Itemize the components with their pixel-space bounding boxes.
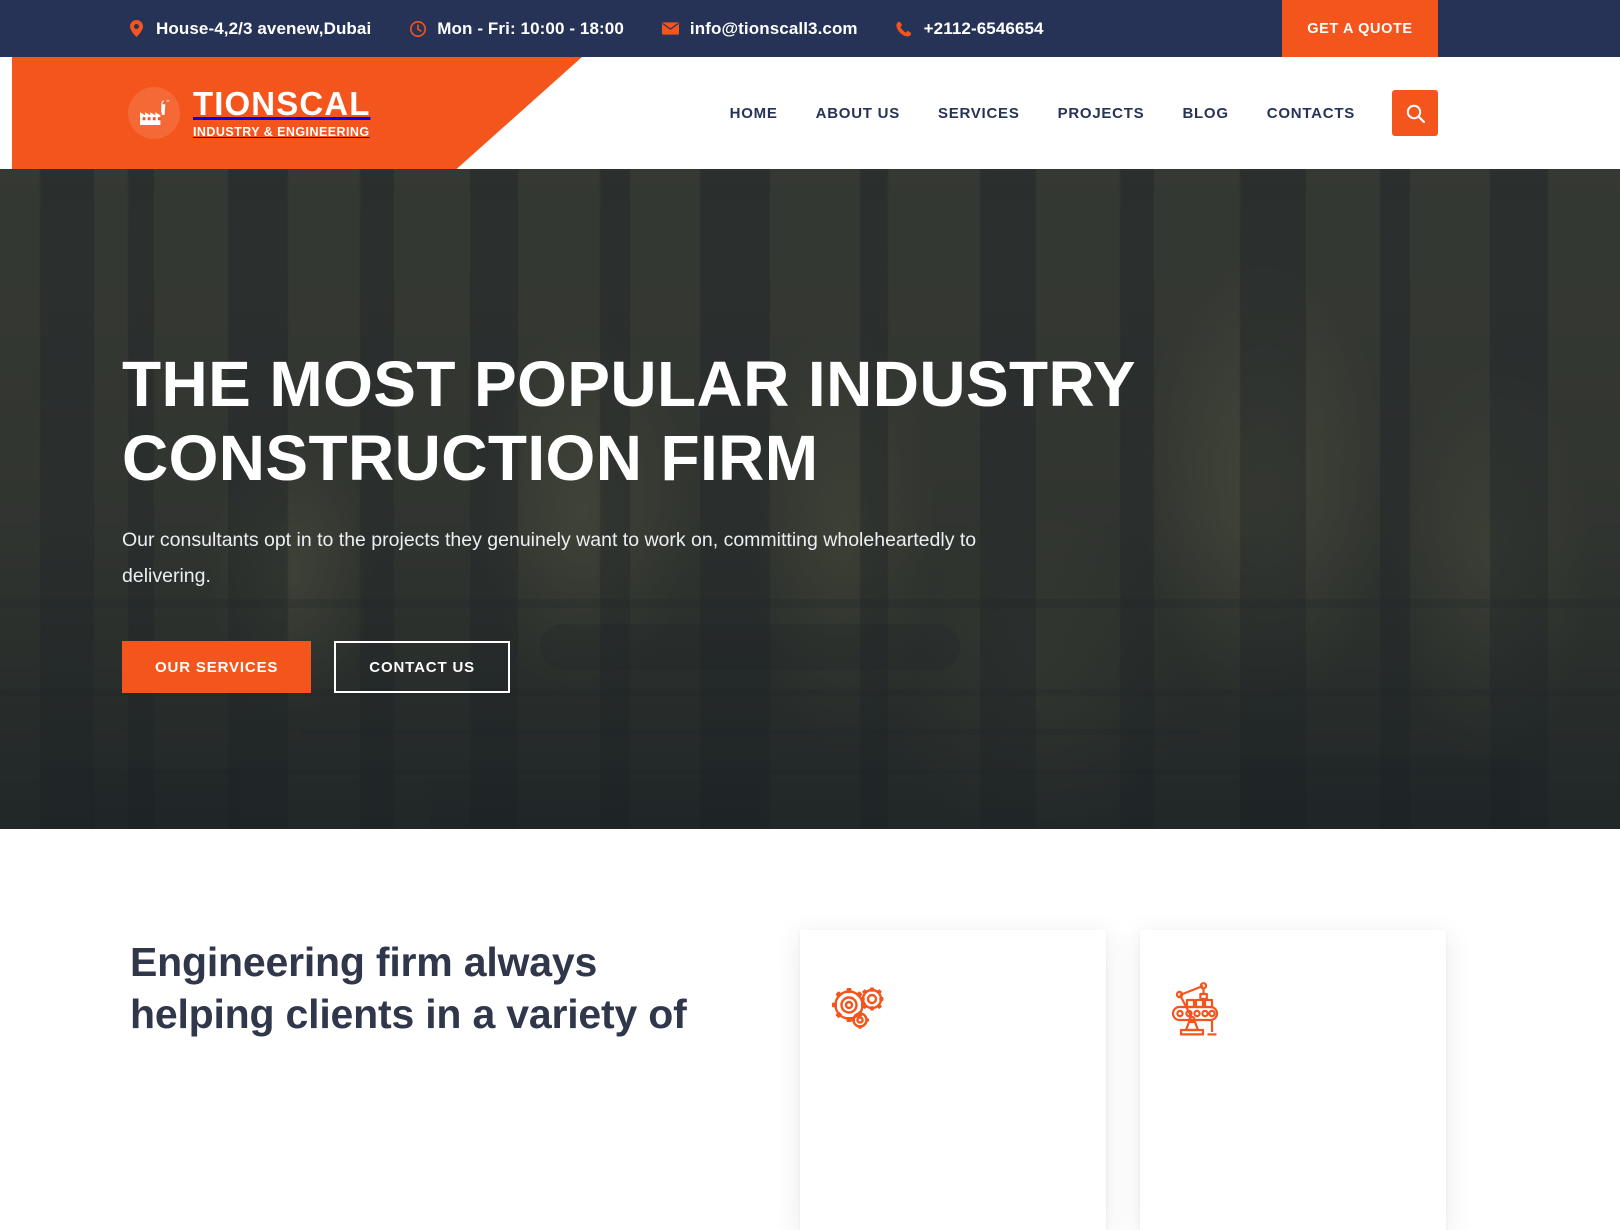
nav-item-about-us[interactable]: ABOUT US <box>797 105 919 122</box>
feature-card-gears[interactable] <box>800 930 1106 1230</box>
robotic-arm-conveyor-icon <box>1167 977 1229 1039</box>
hero-content: THE MOST POPULAR INDUSTRY CONSTRUCTION F… <box>122 347 1222 694</box>
logo-text-block: TIONSCAL INDUSTRY & ENGINEERING <box>193 87 370 139</box>
get-a-quote-button[interactable]: GET A QUOTE <box>1282 0 1438 57</box>
site-logo[interactable]: TIONSCAL INDUSTRY & ENGINEERING <box>128 57 370 169</box>
search-button[interactable] <box>1392 90 1438 136</box>
nav-item-contacts[interactable]: CONTACTS <box>1248 105 1374 122</box>
features-heading-line-1: Engineering firm always <box>130 939 598 985</box>
nav-item-blog[interactable]: BLOG <box>1163 105 1247 122</box>
logo-tagline: INDUSTRY & ENGINEERING <box>193 125 370 139</box>
top-contact-bar: House-4,2/3 avenew,Dubai Mon - Fri: 10:0… <box>0 0 1620 57</box>
top-contact-items: House-4,2/3 avenew,Dubai Mon - Fri: 10:0… <box>0 19 1082 39</box>
hero-title-line-2: CONSTRUCTION FIRM <box>122 422 819 495</box>
hero-subtitle-line-1: Our consultants opt in to the projects t… <box>122 529 818 552</box>
our-services-button[interactable]: OUR SERVICES <box>122 641 312 694</box>
contact-address: House-4,2/3 avenew,Dubai <box>128 19 371 39</box>
envelope-icon <box>661 20 679 37</box>
nav-item-services[interactable]: SERVICES <box>919 105 1039 122</box>
logo-name: TIONSCAL <box>193 85 371 122</box>
features-heading: Engineering firm always helping clients … <box>130 937 770 1040</box>
contact-address-text: House-4,2/3 avenew,Dubai <box>156 18 372 38</box>
contact-hours: Mon - Fri: 10:00 - 18:00 <box>409 19 624 39</box>
search-icon <box>1406 104 1425 123</box>
contact-hours-text: Mon - Fri: 10:00 - 18:00 <box>437 18 624 38</box>
features-heading-line-2: helping clients in a variety of <box>130 990 687 1037</box>
gears-icon <box>827 977 889 1033</box>
hero-title-line-1: THE MOST POPULAR INDUSTRY <box>122 348 1136 420</box>
main-navigation: HOME ABOUT US SERVICES PROJECTS BLOG CON… <box>711 57 1438 169</box>
hero-title: THE MOST POPULAR INDUSTRY CONSTRUCTION F… <box>122 347 1222 495</box>
contact-email: info@tionscall3.com <box>661 18 858 39</box>
factory-icon <box>128 87 180 139</box>
clock-icon <box>409 20 426 37</box>
location-pin-icon <box>128 20 145 37</box>
contact-us-button[interactable]: CONTACT US <box>334 641 511 694</box>
contact-phone-text: +2112-6546654 <box>923 18 1044 38</box>
site-header: TIONSCAL INDUSTRY & ENGINEERING HOME ABO… <box>0 57 1620 169</box>
phone-icon <box>896 20 913 37</box>
hero-section: THE MOST POPULAR INDUSTRY CONSTRUCTION F… <box>0 169 1620 829</box>
nav-item-home[interactable]: HOME <box>711 105 797 122</box>
contact-email-text: info@tionscall3.com <box>689 18 858 38</box>
feature-card-robotic-arm[interactable] <box>1140 930 1446 1230</box>
nav-item-projects[interactable]: PROJECTS <box>1039 105 1164 122</box>
hero-action-buttons: OUR SERVICES CONTACT US <box>122 641 1222 694</box>
contact-phone: +2112-6546654 <box>896 19 1044 39</box>
hero-subtitle: Our consultants opt in to the projects t… <box>122 523 982 594</box>
